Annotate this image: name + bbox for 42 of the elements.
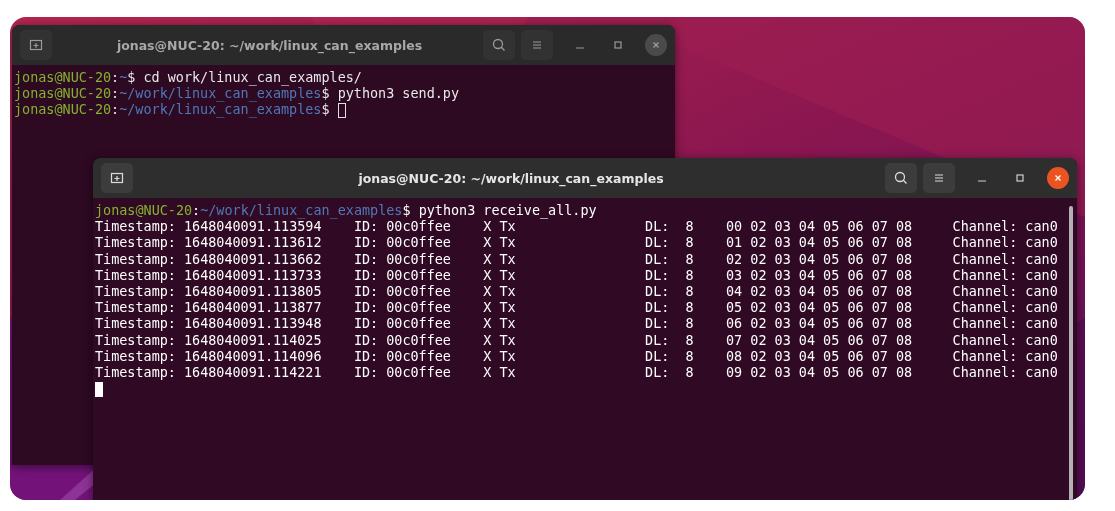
prompt-sign: $ [321, 86, 330, 103]
minimize-icon [978, 180, 986, 182]
new-tab-icon [28, 37, 44, 53]
prompt-path: ~ [119, 70, 128, 87]
prompt-path: ~/work/linux_can_examples [119, 102, 322, 119]
prompt-user: jonas@NUC-20 [95, 203, 193, 220]
search-button[interactable] [885, 163, 917, 193]
output-line: Timestamp: 1648040091.113733 ID: 00c0ffee X Tx DL: 8 03 02 03 04 05 06 07 08 Channel: can0 [95, 267, 1058, 284]
window-title: jonas@NUC-20: ~/work/linux_can_examples [115, 37, 424, 53]
scrollbar[interactable] [1069, 206, 1073, 500]
menu-button[interactable] [923, 163, 955, 193]
output-line: Timestamp: 1648040091.113877 ID: 00c0ffee X Tx DL: 8 05 02 03 04 05 06 07 08 Channel: can0 [95, 300, 1058, 317]
output-line: Timestamp: 1648040091.114221 ID: 00c0ffee X Tx DL: 8 09 02 03 04 05 06 07 08 Channel: can0 [95, 364, 1058, 382]
prompt-separator: : [192, 203, 201, 218]
search-icon [491, 37, 507, 53]
output-line: Timestamp: 1648040091.113594 ID: 00c0ffee X Tx DL: 8 00 02 03 04 05 06 07 08 Channel: can0 [95, 219, 1058, 236]
prompt-separator: : [111, 70, 120, 87]
search-icon [893, 170, 909, 186]
prompt-separator: : [111, 86, 120, 103]
output-line: Timestamp: 1648040091.113662 ID: 00c0ffee X Tx DL: 8 02 02 03 04 05 06 07 08 Channel: can0 [95, 251, 1058, 268]
prompt-separator: : [111, 102, 120, 119]
window-title: jonas@NUC-20: ~/work/linux_can_examples [357, 170, 665, 186]
prompt-sign: $ [127, 70, 136, 87]
prompt-sign: $ [402, 203, 411, 220]
command-text: python3 send.py [337, 86, 459, 103]
prompt-sign: $ [321, 102, 330, 119]
prompt-path: ~/work/linux_can_examples [200, 203, 403, 220]
output-line: Timestamp: 1648040091.113948 ID: 00c0ffee X Tx DL: 8 06 02 03 04 05 06 07 08 Channel: can0 [95, 316, 1058, 333]
command-text: cd work/linux_can_examples/ [143, 70, 362, 87]
command-text: python3 receive_all.py [418, 203, 597, 220]
minimize-icon [576, 47, 584, 49]
prompt-path: ~/work/linux_can_examples [119, 86, 322, 103]
prompt-user: jonas@NUC-20 [14, 102, 112, 119]
close-button[interactable] [1047, 167, 1069, 189]
prompt-user: jonas@NUC-20 [14, 70, 112, 87]
output-line: Timestamp: 1648040091.113612 ID: 00c0ffee X Tx DL: 8 01 02 03 04 05 06 07 08 Channel: can0 [95, 235, 1058, 252]
new-tab-button[interactable] [101, 163, 133, 193]
output-line: Timestamp: 1648040091.114025 ID: 00c0ffee X Tx DL: 8 07 02 03 04 05 06 07 08 Channel: can0 [95, 332, 1058, 349]
output-line: Timestamp: 1648040091.113805 ID: 00c0ffee X Tx DL: 8 04 02 03 04 05 06 07 08 Channel: can0 [95, 283, 1058, 301]
new-tab-icon [109, 170, 125, 186]
prompt-user: jonas@NUC-20 [14, 86, 112, 103]
output-line: Timestamp: 1648040091.114096 ID: 00c0ffee X Tx DL: 8 08 02 03 04 05 06 07 08 Channel: can0 [95, 348, 1058, 365]
